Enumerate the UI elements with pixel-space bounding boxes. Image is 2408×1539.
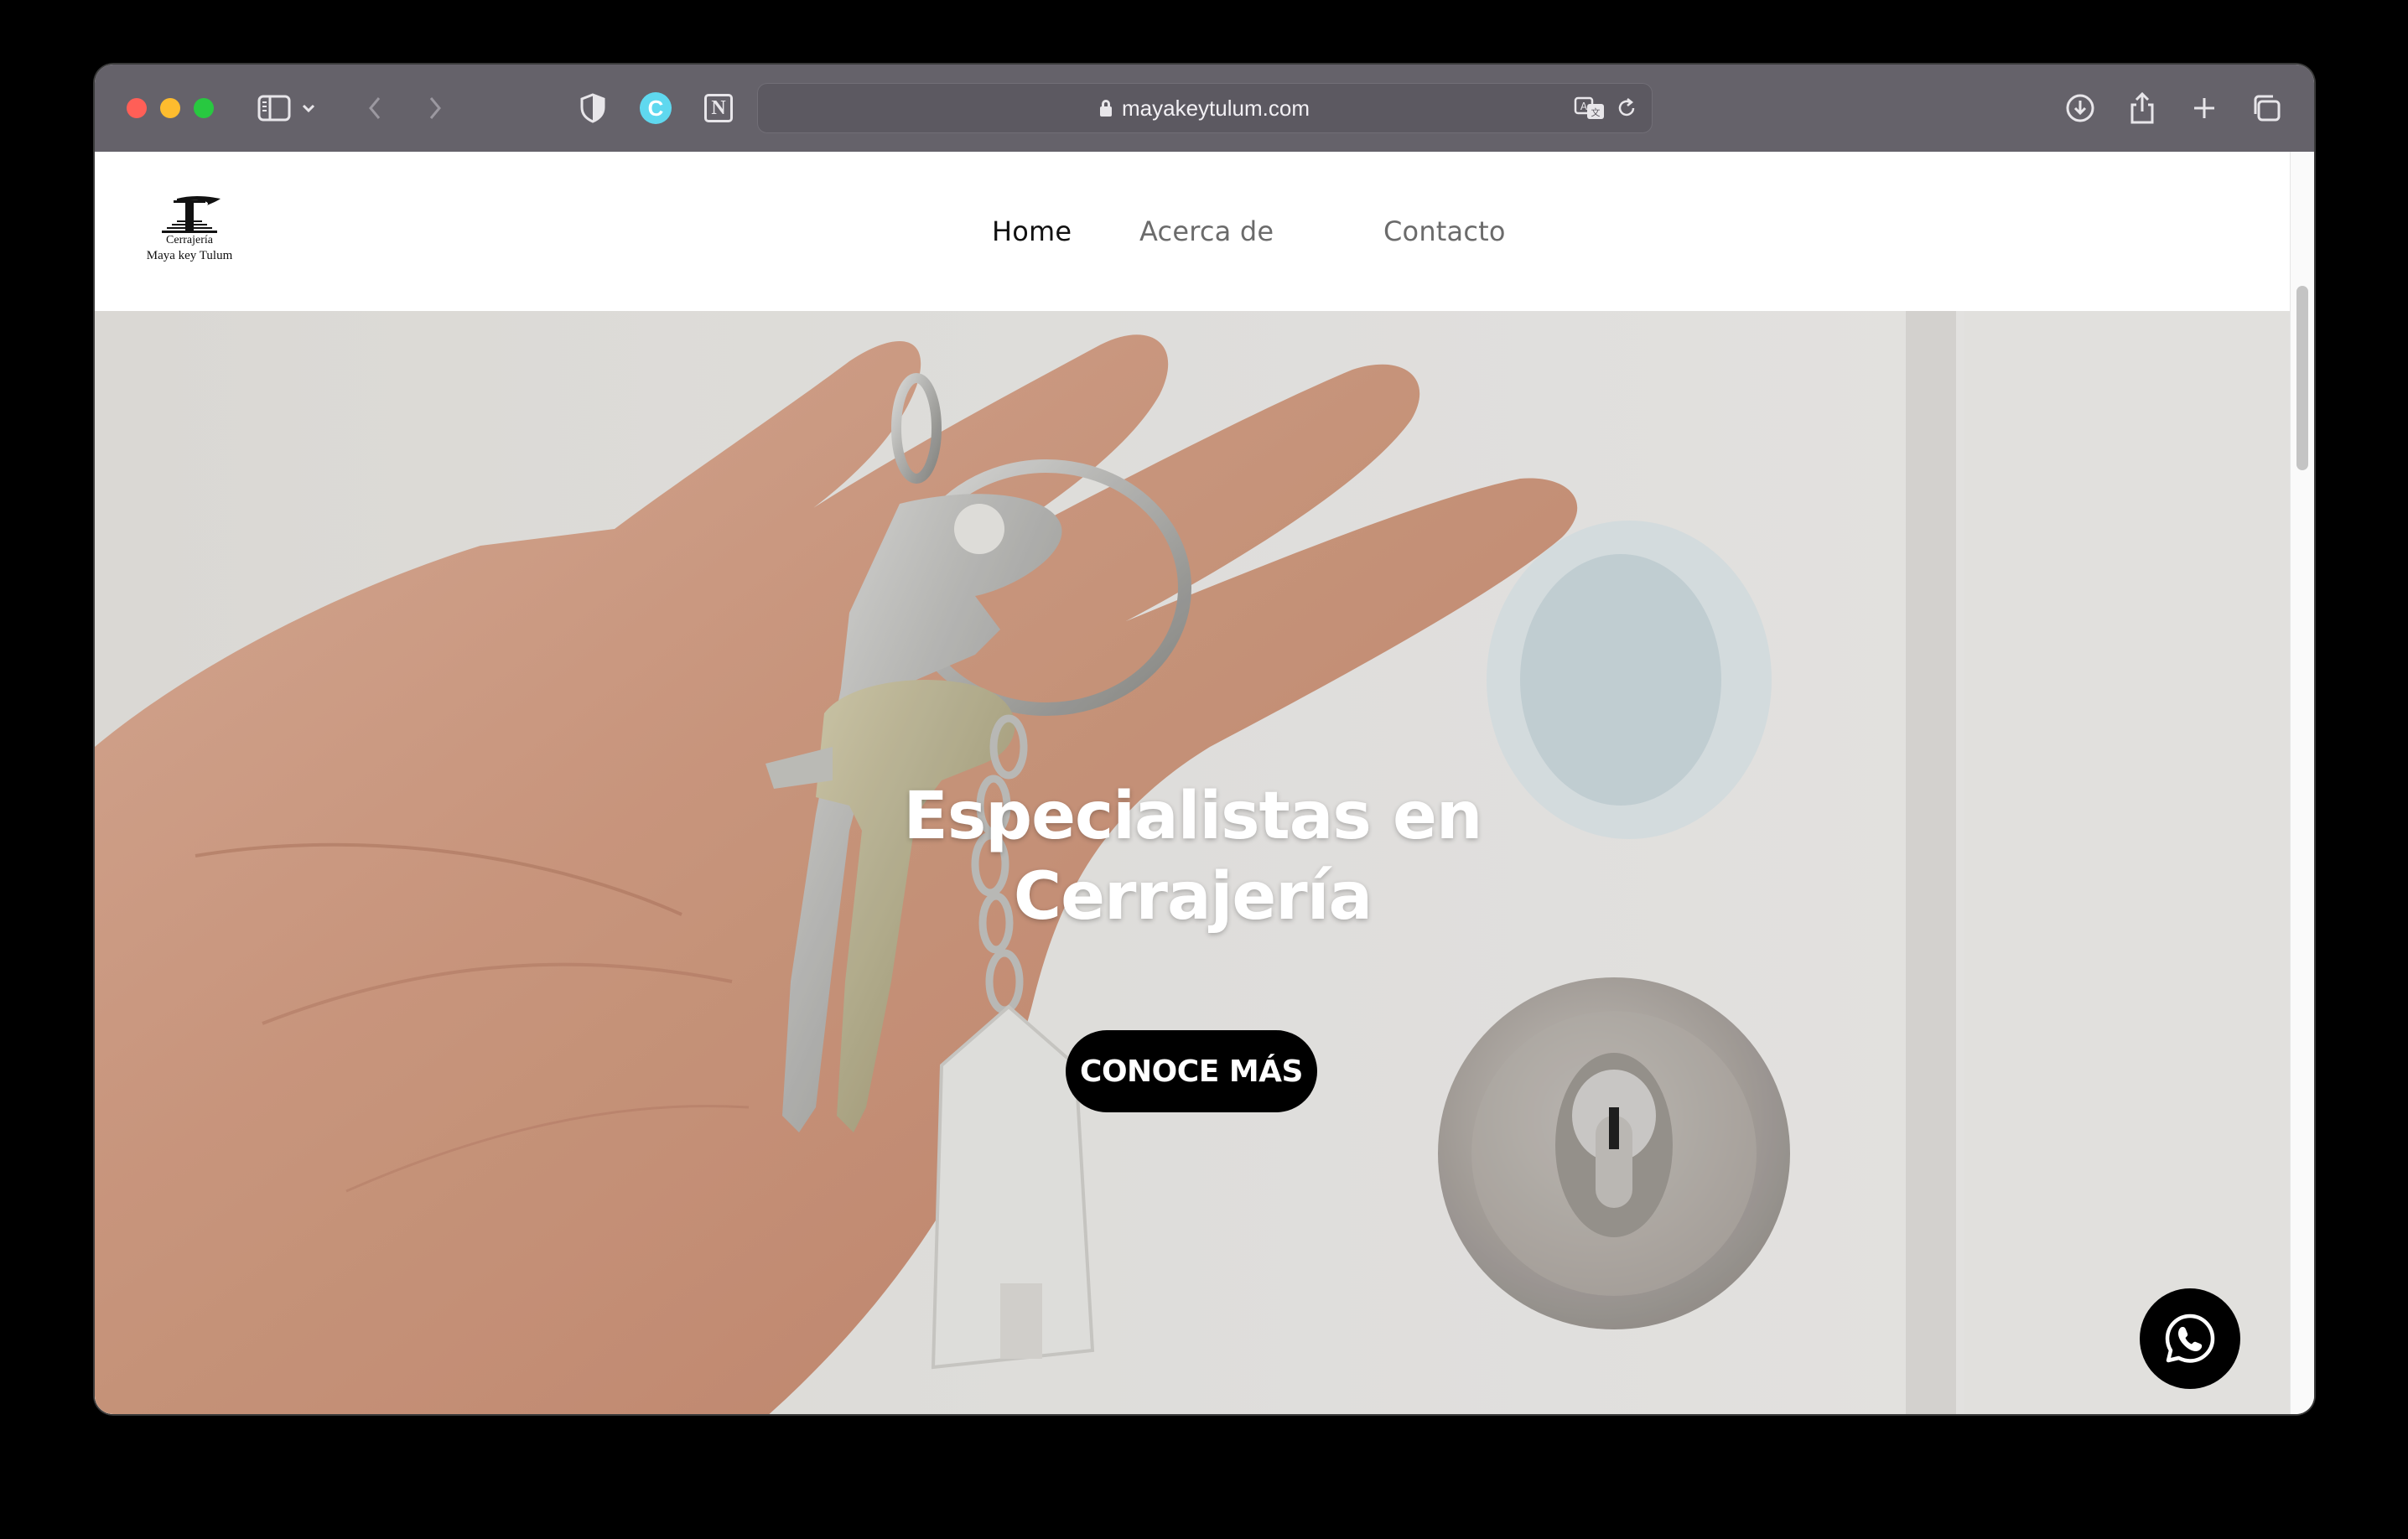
close-window-button[interactable] xyxy=(127,98,147,118)
share-icon[interactable] xyxy=(2122,88,2162,128)
privacy-shield-icon[interactable] xyxy=(573,88,613,128)
new-tab-icon[interactable] xyxy=(2184,88,2224,128)
whatsapp-button[interactable] xyxy=(2140,1288,2240,1389)
hero-section: Especialistas en Cerrajería CONOCE MÁS xyxy=(95,311,2291,1414)
whatsapp-icon xyxy=(2165,1314,2215,1363)
scrollbar-thumb[interactable] xyxy=(2296,286,2308,470)
reload-icon[interactable] xyxy=(1606,88,1647,128)
logo-line-2: Maya key Tulum xyxy=(146,249,233,262)
site-header: Cerrajería Maya key Tulum Home Acerca de… xyxy=(95,152,2291,311)
nav-contact[interactable]: Contacto xyxy=(1383,152,1506,311)
nav-about[interactable]: Acerca de xyxy=(1139,152,1274,311)
web-page: Cerrajería Maya key Tulum Home Acerca de… xyxy=(95,152,2314,1414)
minimize-window-button[interactable] xyxy=(160,98,180,118)
tabs-overview-icon[interactable] xyxy=(2246,88,2286,128)
back-icon[interactable] xyxy=(355,88,395,128)
svg-text:文: 文 xyxy=(1591,106,1601,118)
browser-toolbar: C N mayakeytulum.com A文 xyxy=(95,65,2314,153)
lock-icon xyxy=(1100,100,1113,117)
nav-home[interactable]: Home xyxy=(992,152,1072,311)
hero-title-line-1: Especialistas en xyxy=(903,779,1483,854)
sidebar-icon[interactable] xyxy=(254,88,294,128)
hero-title-line-2: Cerrajería xyxy=(1013,859,1373,935)
translate-icon[interactable]: A文 xyxy=(1570,88,1610,128)
conoce-mas-button[interactable]: CONOCE MÁS xyxy=(1066,1030,1317,1112)
url-text: mayakeytulum.com xyxy=(1122,95,1310,121)
pyramid-logo-icon xyxy=(162,196,221,233)
notion-extension-button[interactable]: N xyxy=(698,88,739,128)
browser-window: C N mayakeytulum.com A文 Cerrajería Maya … xyxy=(95,65,2314,1414)
extension-c-icon: C xyxy=(640,92,672,124)
download-icon[interactable] xyxy=(2060,88,2100,128)
zoom-window-button[interactable] xyxy=(194,98,214,118)
address-bar[interactable]: mayakeytulum.com A文 xyxy=(757,83,1653,133)
notion-icon: N xyxy=(704,94,733,122)
site-logo[interactable]: Cerrajería Maya key Tulum xyxy=(143,194,236,269)
hero-title: Especialistas en Cerrajería xyxy=(95,776,2291,937)
page-scrollbar[interactable] xyxy=(2290,152,2314,1414)
chevron-down-icon[interactable] xyxy=(296,88,321,128)
extension-c-button[interactable]: C xyxy=(636,88,676,128)
logo-line-1: Cerrajería xyxy=(166,234,213,246)
forward-icon[interactable] xyxy=(415,88,455,128)
svg-text:A: A xyxy=(1580,101,1588,112)
